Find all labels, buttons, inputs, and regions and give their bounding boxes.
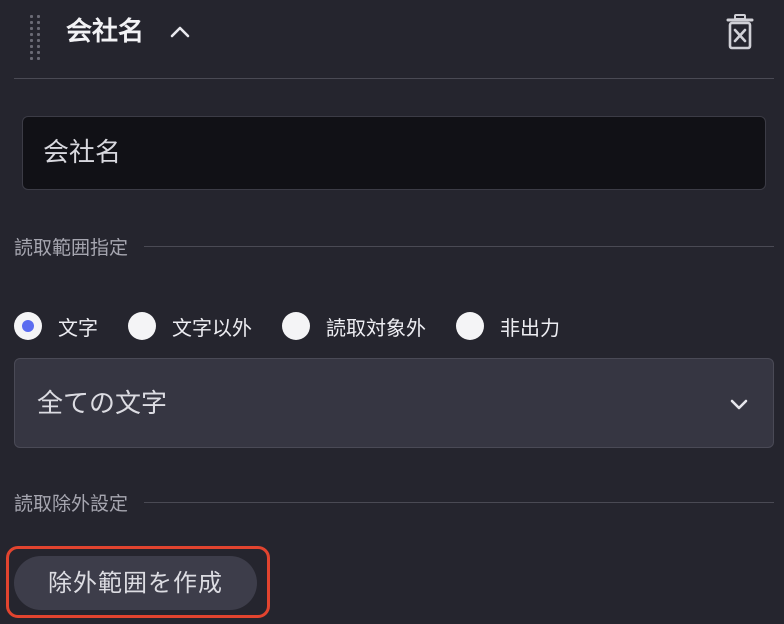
read-range-radio-group: 文字 文字以外 読取対象外 非出力 bbox=[14, 306, 590, 346]
drag-handle-icon[interactable] bbox=[30, 15, 40, 60]
exclusion-section-header: 読取除外設定 bbox=[14, 488, 774, 516]
radio-excluded[interactable]: 読取対象外 bbox=[282, 312, 426, 341]
radio-button[interactable] bbox=[282, 312, 310, 340]
radio-button[interactable] bbox=[456, 312, 484, 340]
character-type-select[interactable]: 全ての文字 bbox=[14, 358, 774, 448]
radio-label: 非出力 bbox=[500, 315, 560, 340]
radio-label: 文字 bbox=[58, 315, 98, 340]
radio-no-output[interactable]: 非出力 bbox=[456, 312, 560, 341]
chevron-up-icon[interactable] bbox=[168, 20, 192, 44]
radio-text[interactable]: 文字 bbox=[14, 312, 98, 341]
radio-button-checked[interactable] bbox=[14, 312, 42, 340]
chevron-down-icon bbox=[730, 399, 748, 410]
radio-button[interactable] bbox=[128, 312, 156, 340]
read-range-label: 読取範囲指定 bbox=[14, 236, 129, 259]
trash-icon[interactable] bbox=[726, 14, 754, 50]
field-name-input[interactable]: 会社名 bbox=[22, 116, 766, 190]
radio-label: 読取対象外 bbox=[326, 315, 426, 340]
field-settings-panel: 会社名 会社名 読取範囲指定 文字 文字以外 読取対象外 非出力 全ての文字 読… bbox=[0, 0, 784, 624]
field-header: 会社名 bbox=[14, 0, 774, 79]
radio-non-text[interactable]: 文字以外 bbox=[128, 312, 252, 341]
section-divider bbox=[144, 245, 774, 247]
read-range-section-header: 読取範囲指定 bbox=[14, 232, 774, 260]
select-value: 全ての文字 bbox=[37, 389, 168, 419]
radio-label: 文字以外 bbox=[172, 315, 252, 340]
field-title: 会社名 bbox=[66, 17, 145, 47]
section-divider bbox=[144, 501, 774, 503]
exclusion-label: 読取除外設定 bbox=[14, 492, 129, 515]
create-exclusion-range-button[interactable]: 除外範囲を作成 bbox=[14, 556, 257, 610]
